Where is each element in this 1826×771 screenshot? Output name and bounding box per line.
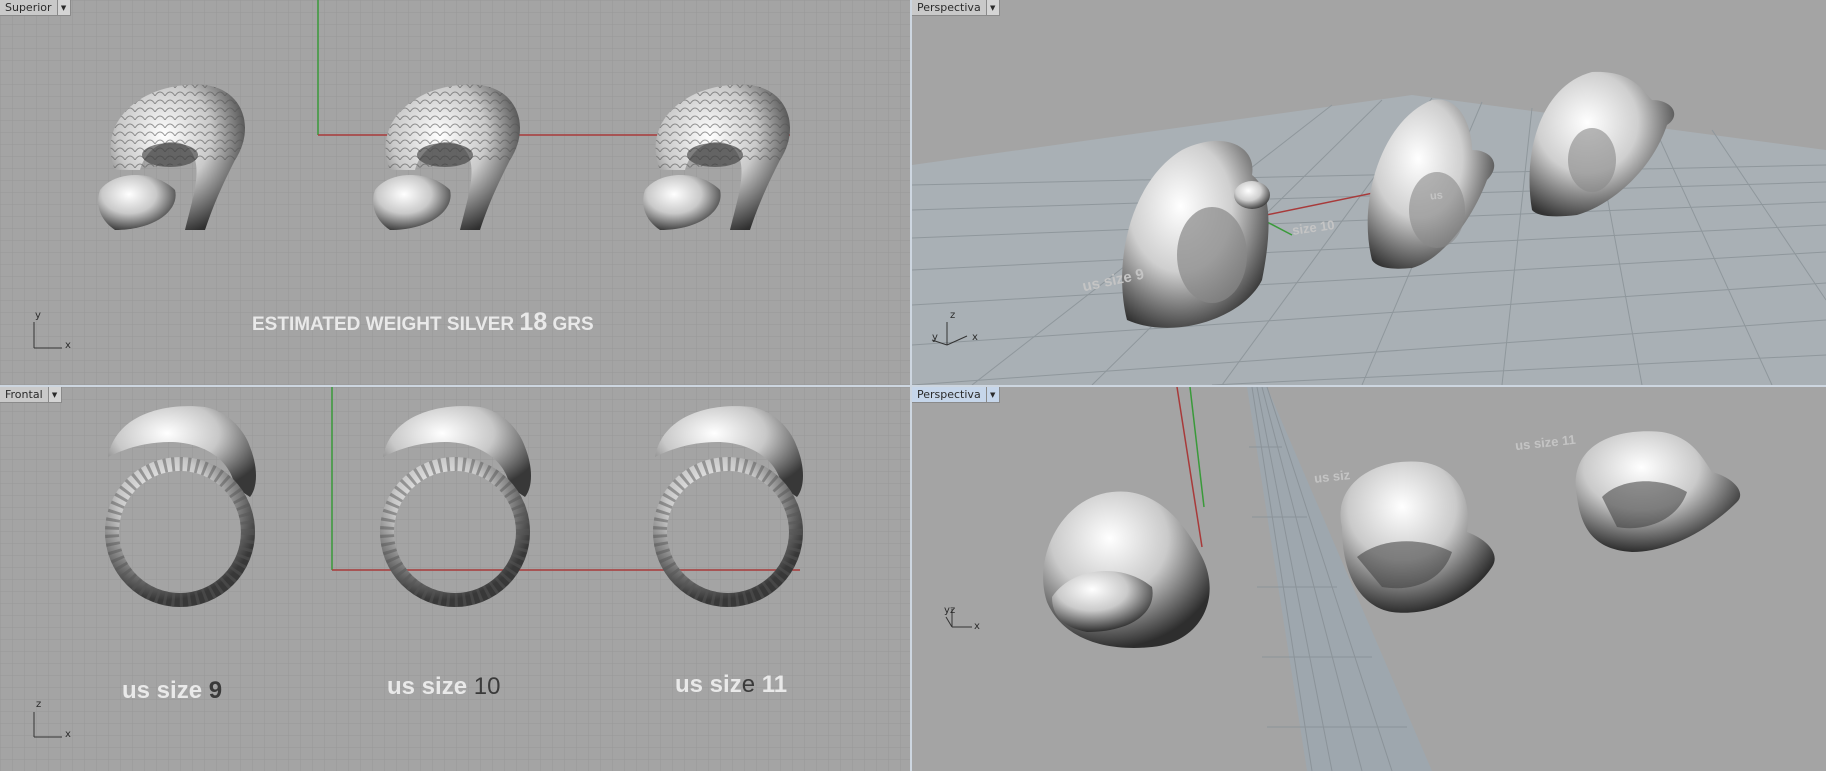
viewport-label-front[interactable]: Frontal ▼ [0, 387, 62, 403]
viewport-name[interactable]: Perspectiva [912, 0, 987, 16]
axis-label-z: z [950, 310, 956, 321]
ring-persp2-2 [1340, 461, 1495, 613]
axis-label-x: x [974, 621, 980, 632]
axis-label-x: x [65, 729, 71, 740]
perspective1-scene [912, 71, 1826, 385]
axis-label-y: y [932, 332, 938, 343]
weight-value: 18 [519, 308, 548, 336]
axis-label-x: x [65, 340, 71, 351]
chevron-down-icon[interactable]: ▼ [986, 387, 1000, 403]
size-label-11: us size 11 [675, 671, 787, 699]
size-tag-us: us [1429, 189, 1444, 203]
axis-label-x: x [972, 332, 978, 343]
viewport-front[interactable]: Frontal ▼ us size 9 us size 10 us size 1… [0, 387, 910, 771]
size-label-9: us size 9 [122, 677, 222, 705]
viewport-perspective-2[interactable]: Perspectiva ▼ us siz us size 11 y z x [912, 387, 1826, 771]
ring-persp2-1 [1043, 491, 1210, 648]
viewport-label-top[interactable]: Superior ▼ [0, 0, 71, 16]
viewport-label-perspective2[interactable]: Perspectiva ▼ [912, 387, 1000, 403]
viewport-label-perspective1[interactable]: Perspectiva ▼ [912, 0, 1000, 16]
viewport-name[interactable]: Superior [0, 0, 58, 16]
viewport-name[interactable]: Perspectiva [912, 387, 987, 403]
size-number: 11 [761, 671, 788, 698]
front-scene [0, 387, 910, 771]
size-prefix: us size [387, 673, 468, 700]
chevron-down-icon[interactable]: ▼ [57, 0, 71, 16]
size-label-10: us size 10 [387, 673, 500, 701]
viewport-name[interactable]: Frontal [0, 387, 49, 403]
size-prefix: us size [122, 677, 203, 704]
size-mid: e [741, 671, 756, 698]
viewport-perspective-1[interactable]: Perspectiva ▼ us size 9 size 10 us z x y [912, 0, 1826, 385]
chevron-down-icon[interactable]: ▼ [48, 387, 62, 403]
axis-label-y: y [35, 310, 41, 321]
viewport-top[interactable]: Superior ▼ y x ESTIMATED WEIGHT SILVER 1… [0, 0, 910, 385]
estimated-weight-text: ESTIMATED WEIGHT SILVER 18 GRS [252, 308, 594, 337]
size-prefix: us siz [675, 671, 742, 698]
weight-unit: GRS [552, 314, 594, 335]
axis-label-z: z [950, 605, 956, 616]
chevron-down-icon[interactable]: ▼ [986, 0, 1000, 16]
ring-persp2-3 [1575, 431, 1741, 552]
size-number: 9 [208, 677, 223, 704]
weight-prefix: ESTIMATED WEIGHT SILVER [252, 314, 515, 335]
axis-label-z: z [36, 699, 42, 710]
perspective2-scene [945, 387, 1741, 771]
size-number: 10 [473, 673, 501, 700]
